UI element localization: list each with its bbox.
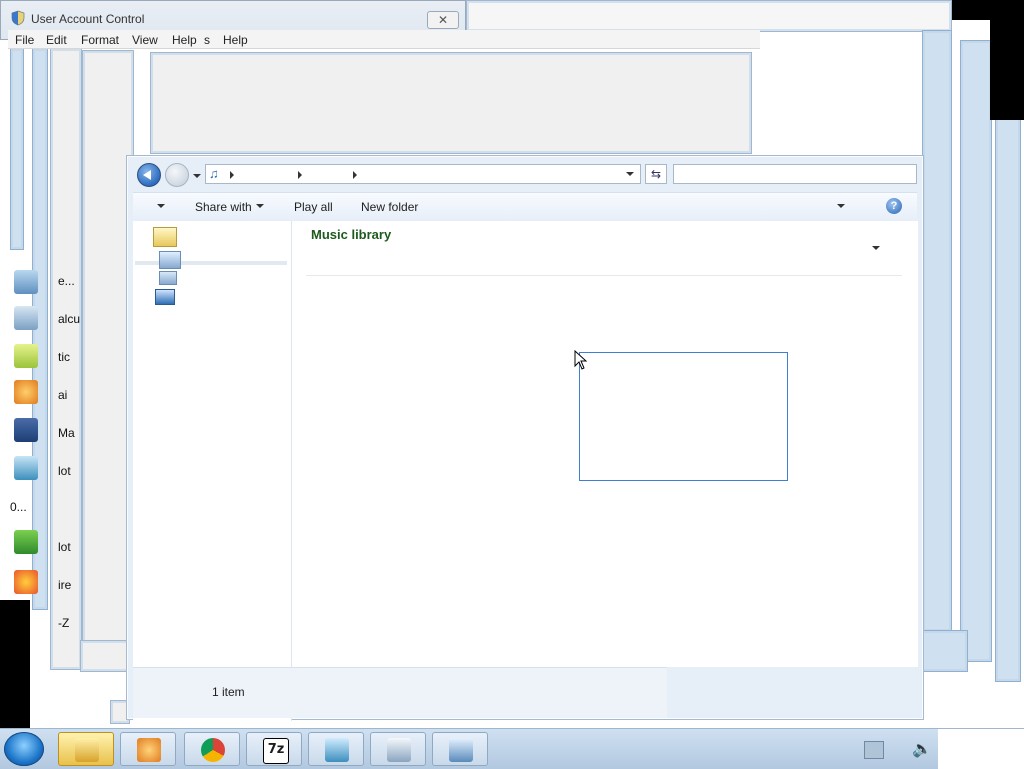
ghost-window-edge <box>10 48 24 250</box>
shortcut-label: ire <box>58 578 72 592</box>
address-field[interactable]: ♫ <box>205 164 641 184</box>
selection-rectangle <box>579 352 788 481</box>
computer-icon[interactable] <box>159 271 177 285</box>
shortcut-label: lot <box>58 540 71 554</box>
explorer-window: ♫ ⇆ Share with Play all New folder ? Mus… <box>126 155 924 721</box>
menu-help[interactable]: Help <box>172 33 197 47</box>
background-artifact <box>0 600 30 728</box>
taskbar-chrome-button[interactable] <box>184 732 240 766</box>
media-player-icon <box>137 738 161 762</box>
system-tray-area <box>938 729 1024 769</box>
shortcut-label: 0... <box>10 500 27 514</box>
shortcut-label: -Z <box>58 616 70 630</box>
shortcut-label: tic <box>58 350 70 364</box>
view-options-dropdown-icon[interactable] <box>837 204 845 208</box>
recent-pages-dropdown-icon[interactable] <box>193 174 201 178</box>
firefox-icon[interactable] <box>14 570 38 594</box>
taskbar-media-player-button[interactable] <box>120 732 176 766</box>
window-icon <box>449 738 473 762</box>
ghost-window <box>150 52 752 154</box>
taskbar-explorer-button[interactable] <box>58 732 114 766</box>
share-with-button[interactable]: Share with <box>195 200 252 214</box>
shortcut-icon[interactable] <box>14 270 38 294</box>
shortcut-label: e... <box>58 274 75 288</box>
menu-file[interactable]: File <box>15 33 34 47</box>
taskbar: 7z 🔈 <box>0 728 1024 769</box>
refresh-button[interactable]: ⇆ <box>645 164 667 184</box>
library-title: Music library <box>311 227 392 242</box>
libraries-icon[interactable] <box>159 251 181 269</box>
ghost-window-edge <box>960 40 992 662</box>
music-note-icon: ♫ <box>209 166 219 181</box>
ghost-window-edge <box>922 30 952 632</box>
status-bar: 1 item <box>133 667 667 718</box>
breadcrumb-arrow-icon[interactable] <box>230 171 234 179</box>
favorites-icon[interactable] <box>153 227 177 247</box>
forward-button[interactable] <box>165 163 189 187</box>
taskbar-window-button-2[interactable] <box>432 732 488 766</box>
search-input[interactable] <box>673 164 917 184</box>
network-tray-icon[interactable] <box>864 741 884 759</box>
library-divider <box>306 275 902 276</box>
volume-tray-icon[interactable]: 🔈 <box>912 739 932 759</box>
menu-help-duplicate[interactable]: Help <box>223 33 248 47</box>
help-icon[interactable]: ? <box>886 198 902 214</box>
mouse-cursor-icon <box>574 350 588 370</box>
ghost-window <box>80 640 132 672</box>
network-icon[interactable] <box>155 289 175 305</box>
menu-format[interactable]: Format <box>81 33 119 47</box>
window-title: User Account Control <box>31 12 145 26</box>
status-item-count: 1 item <box>212 685 245 699</box>
command-bar: Share with Play all New folder ? <box>133 192 917 222</box>
window-icon <box>387 738 411 762</box>
magnifier-icon[interactable] <box>14 418 38 442</box>
calculator-icon[interactable] <box>14 306 38 330</box>
play-all-button[interactable]: Play all <box>294 200 333 214</box>
background-artifact <box>990 20 1024 120</box>
background-artifact <box>950 0 1024 20</box>
notepad-icon <box>325 738 349 762</box>
nav-divider <box>135 261 287 265</box>
start-button[interactable] <box>4 732 44 766</box>
back-button[interactable] <box>137 163 161 187</box>
new-folder-button[interactable]: New folder <box>361 200 418 214</box>
7zip-icon: 7z <box>263 738 289 764</box>
shortcut-label: lot <box>58 464 71 478</box>
address-dropdown-icon[interactable] <box>626 172 634 176</box>
sticky-notes-icon[interactable] <box>14 344 38 368</box>
ghost-window <box>466 0 952 32</box>
taskbar-notepad-button[interactable] <box>308 732 364 766</box>
menu-fragment: s <box>204 33 210 47</box>
share-dropdown-icon[interactable] <box>256 204 264 208</box>
shortcut-label: Ma <box>58 426 75 440</box>
taskbar-7zip-button[interactable]: 7z <box>246 732 302 766</box>
navigation-pane <box>133 221 292 721</box>
chart-app-icon[interactable] <box>14 530 38 554</box>
address-bar: ♫ ⇆ <box>137 161 917 187</box>
close-button[interactable]: ✕ <box>427 11 459 29</box>
back-arrow-icon <box>143 170 151 180</box>
chrome-icon <box>201 738 225 762</box>
shield-icon <box>11 10 25 26</box>
folder-icon <box>75 738 99 762</box>
shortcut-label: alcu <box>58 312 81 326</box>
breadcrumb-arrow-icon[interactable] <box>353 171 357 179</box>
taskbar-window-button-1[interactable] <box>370 732 426 766</box>
notepad-icon[interactable] <box>14 456 38 480</box>
menu-view[interactable]: View <box>132 33 158 47</box>
paint-icon[interactable] <box>14 380 38 404</box>
arrange-by-dropdown-icon[interactable] <box>872 246 880 250</box>
menu-edit[interactable]: Edit <box>46 33 67 47</box>
organize-dropdown-icon[interactable] <box>157 204 165 208</box>
breadcrumb-arrow-icon[interactable] <box>298 171 302 179</box>
ghost-window-edge <box>995 60 1021 682</box>
menubar: File Edit Format View Help s Help <box>8 30 760 49</box>
shortcut-label: ai <box>58 388 68 402</box>
